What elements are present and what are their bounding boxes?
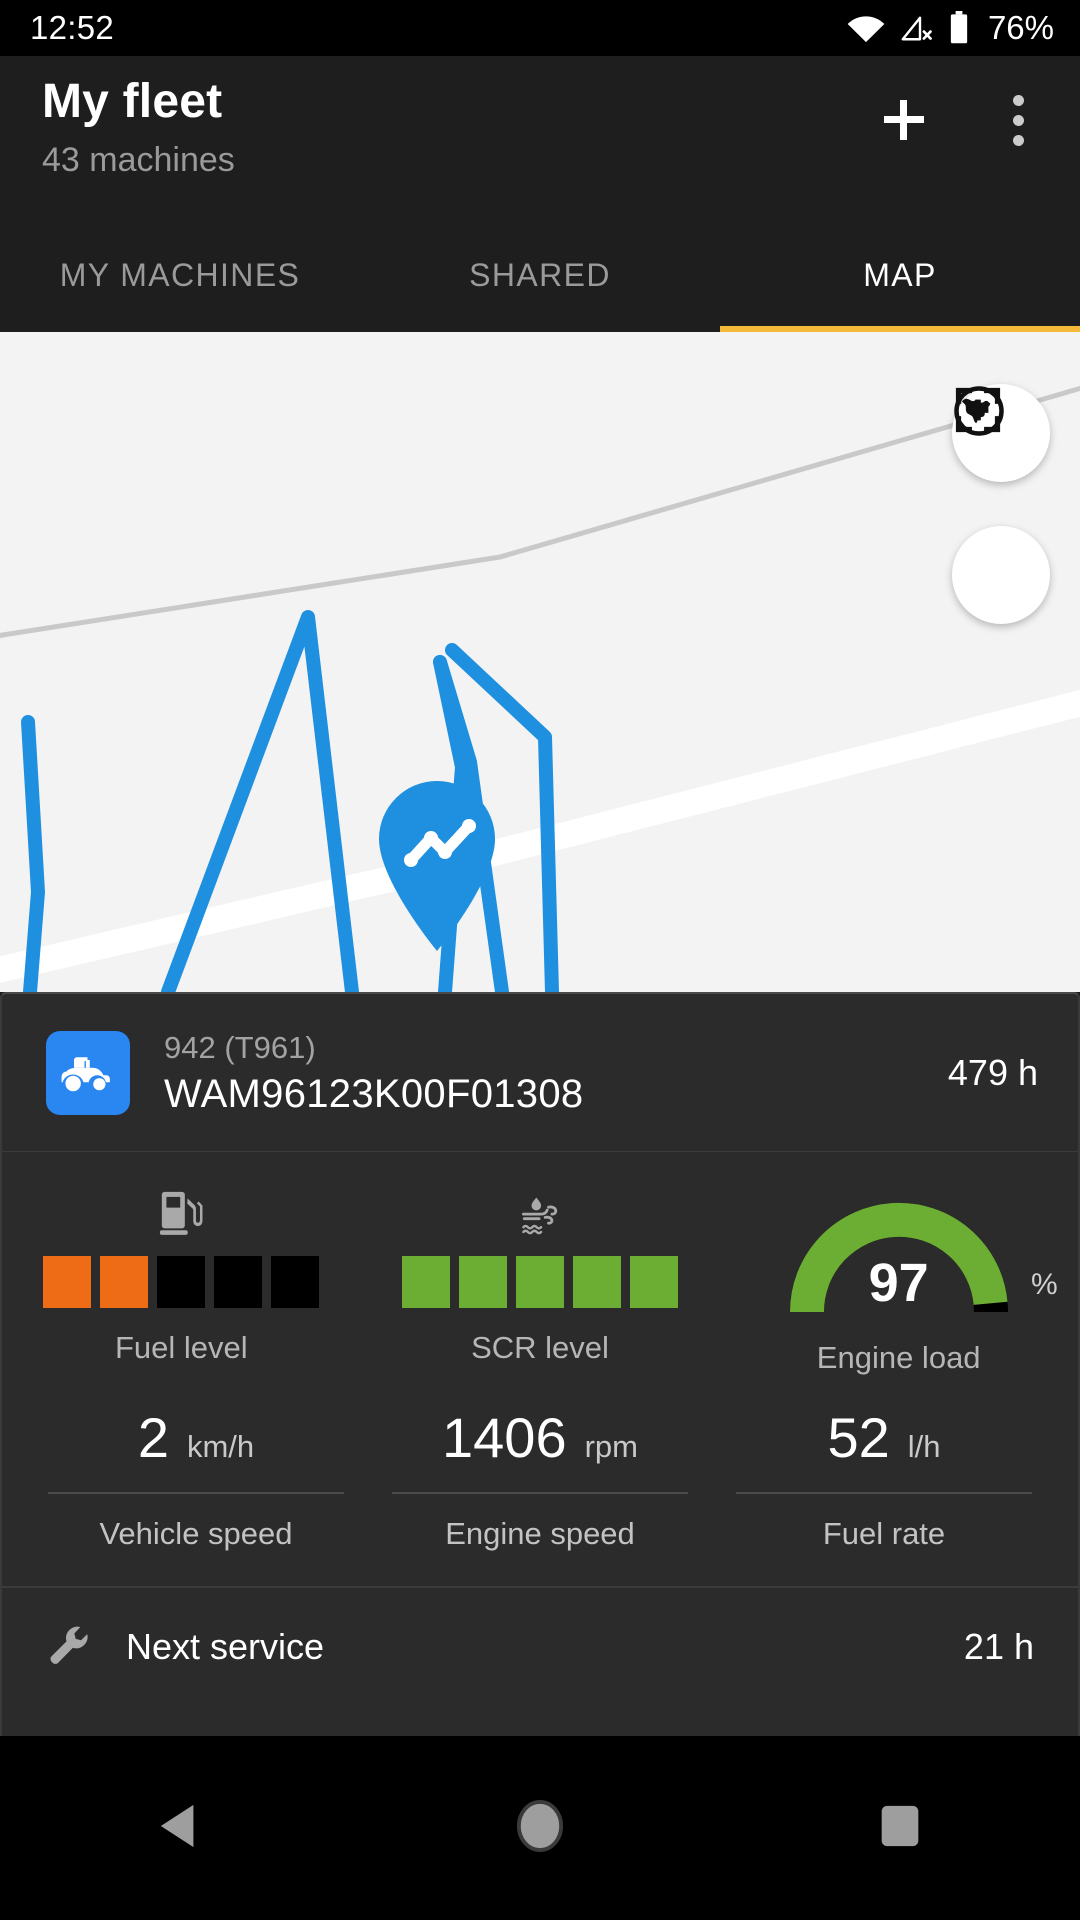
next-service-label: Next service xyxy=(126,1626,325,1668)
tab-bar: MY MACHINES SHARED MAP xyxy=(0,218,1080,332)
page-subtitle: 43 machines xyxy=(42,140,235,179)
gauge-row: Fuel level SCR level 97 % Engine load xyxy=(2,1152,1078,1386)
map-controls xyxy=(952,384,1050,624)
metric-divider xyxy=(392,1491,688,1494)
metric-divider xyxy=(736,1491,1032,1494)
machine-identity: 942 (T961) WAM96123K00F01308 xyxy=(164,1030,583,1117)
fuel-bar xyxy=(100,1255,149,1308)
engine-load-arc: 97 % xyxy=(774,1192,1058,1318)
next-service-value: 21 h xyxy=(963,1626,1034,1668)
more-vertical-icon xyxy=(1012,94,1024,146)
engine-load-unit: % xyxy=(1030,1267,1058,1301)
wifi-icon xyxy=(846,13,886,43)
fuel-rate-value: 52 xyxy=(827,1405,890,1469)
app-bar-actions xyxy=(868,84,1054,156)
fuel-bar xyxy=(43,1255,92,1308)
status-bar: 12:52 76% xyxy=(0,0,1080,56)
fuel-bar xyxy=(157,1255,206,1308)
app-screen: 12:52 76% My fleet 43 machines MY MACHIN… xyxy=(0,0,1080,1920)
engine-speed-label: Engine speed xyxy=(445,1515,635,1551)
tab-my-machines[interactable]: MY MACHINES xyxy=(0,218,360,332)
machine-header[interactable]: 942 (T961) WAM96123K00F01308 479 h xyxy=(2,994,1078,1152)
engine-load-label: Engine load xyxy=(816,1339,981,1375)
fuel-level-bars xyxy=(43,1255,320,1308)
wrench-icon xyxy=(46,1622,92,1673)
vehicle-speed-label: Vehicle speed xyxy=(99,1515,293,1551)
cellular-no-signal-icon xyxy=(900,13,934,43)
center-map-button[interactable] xyxy=(952,387,1050,624)
nav-recents-button[interactable] xyxy=(830,1758,970,1898)
scr-bar xyxy=(516,1255,564,1308)
scr-level-bars xyxy=(402,1255,678,1308)
status-bar-clock: 12:52 xyxy=(30,9,115,46)
battery-icon xyxy=(948,11,970,45)
overflow-menu-button[interactable] xyxy=(982,84,1054,156)
scr-bar xyxy=(402,1255,450,1308)
map-view[interactable] xyxy=(0,332,1080,992)
scr-bar xyxy=(459,1255,507,1308)
engine-load-gauge: 97 % Engine load xyxy=(719,1186,1078,1376)
engine-speed-value: 1406 xyxy=(442,1405,567,1469)
tab-map-label: MAP xyxy=(863,256,937,293)
add-machine-button[interactable] xyxy=(868,84,940,156)
machine-hours-label: 479 h xyxy=(947,1052,1038,1094)
status-bar-icons: 76% xyxy=(846,9,1054,47)
app-bar: My fleet 43 machines MY MACHINES SHARED … xyxy=(0,56,1080,332)
machine-serial-label: WAM96123K00F01308 xyxy=(164,1071,584,1116)
vehicle-speed-unit: km/h xyxy=(186,1428,255,1464)
back-triangle-icon xyxy=(157,1801,203,1856)
metric-divider xyxy=(48,1491,344,1494)
home-circle-icon xyxy=(515,1799,565,1858)
page-title: My fleet xyxy=(42,75,223,128)
scr-level-label: SCR level xyxy=(471,1329,609,1365)
tractor-icon xyxy=(46,1031,130,1116)
fuel-pump-icon xyxy=(158,1186,204,1238)
android-nav-bar xyxy=(0,1736,1080,1920)
app-bar-titles: My fleet 43 machines xyxy=(42,75,235,180)
fuel-bar xyxy=(271,1255,320,1308)
metric-engine-speed: 1406 rpm Engine speed xyxy=(368,1405,712,1552)
fuel-bar xyxy=(214,1255,263,1308)
tab-shared-label: SHARED xyxy=(469,256,611,293)
metric-row: 2 km/h Vehicle speed 1406 rpm Engine spe… xyxy=(2,1386,1078,1552)
fuel-level-label: Fuel level xyxy=(114,1329,248,1365)
tab-shared[interactable]: SHARED xyxy=(360,218,720,332)
nav-home-button[interactable] xyxy=(470,1758,610,1898)
machine-model-label: 942 (T961) xyxy=(164,1030,316,1065)
map-canvas xyxy=(0,332,1080,992)
next-service-row[interactable]: Next service 21 h xyxy=(2,1588,1078,1673)
fuel-rate-unit: l/h xyxy=(907,1428,941,1464)
battery-percent-label: 76% xyxy=(987,9,1054,46)
def-fluid-icon xyxy=(516,1186,564,1238)
fuel-rate-label: Fuel rate xyxy=(822,1515,946,1551)
engine-load-value: 97 xyxy=(868,1252,929,1313)
machine-detail-card[interactable]: 942 (T961) WAM96123K00F01308 479 h Fuel … xyxy=(0,992,1080,1736)
metric-vehicle-speed: 2 km/h Vehicle speed xyxy=(24,1405,368,1552)
plus-icon xyxy=(884,100,924,140)
scr-level-gauge: SCR level xyxy=(361,1186,720,1376)
tab-map[interactable]: MAP xyxy=(720,218,1080,332)
metric-fuel-rate: 52 l/h Fuel rate xyxy=(712,1405,1056,1552)
scr-bar xyxy=(630,1255,678,1308)
fuel-level-gauge: Fuel level xyxy=(2,1186,361,1376)
tab-my-machines-label: MY MACHINES xyxy=(59,256,301,293)
recents-square-icon xyxy=(878,1802,922,1855)
nav-back-button[interactable] xyxy=(110,1758,250,1898)
scr-bar xyxy=(573,1255,621,1308)
engine-speed-unit: rpm xyxy=(584,1428,638,1464)
vehicle-speed-value: 2 xyxy=(137,1405,169,1469)
